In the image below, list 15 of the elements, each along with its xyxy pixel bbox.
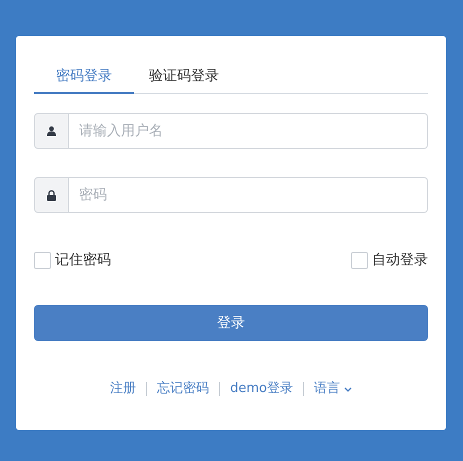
username-field[interactable]: 请输入用户名 [69,113,428,149]
login-button[interactable]: 登录 [34,305,428,341]
lock-icon [47,190,56,200]
footer-link[interactable]: 注册 [110,379,136,399]
footer-link[interactable]: 忘记密码 [157,379,210,399]
checkbox[interactable] [34,252,51,268]
language-dropdown[interactable]: 语言 [314,379,352,399]
password-field[interactable]: 密码 [69,177,428,213]
login-tab[interactable]: 密码登录 [34,60,134,94]
checkbox-label: 自动登录 [372,250,428,270]
footer-link[interactable]: demo登录 [230,379,293,399]
login-tab[interactable]: 验证码登录 [134,60,234,94]
checkbox-label: 记住密码 [55,250,111,270]
user-icon [47,126,56,136]
checkbox[interactable] [351,252,368,268]
